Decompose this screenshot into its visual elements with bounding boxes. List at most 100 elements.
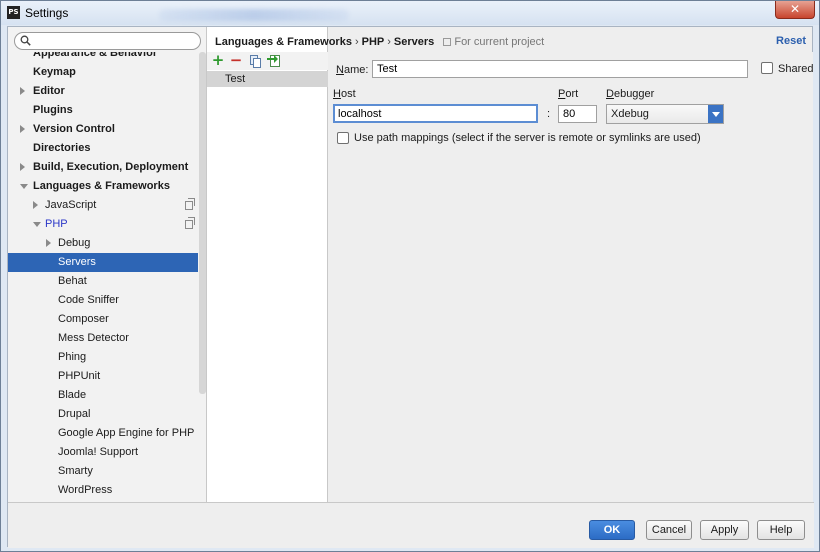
server-list-item-test[interactable]: Test xyxy=(207,71,328,87)
settings-tree[interactable]: Appearance & Behavior Keymap Editor Plugins… xyxy=(8,52,198,502)
host-mnemonic: H xyxy=(333,88,341,100)
collapsed-arrow-icon[interactable] xyxy=(46,239,51,247)
project-settings-icon xyxy=(185,198,195,210)
window-title: Settings xyxy=(25,6,69,20)
tree-item-debug[interactable]: Debug xyxy=(8,234,198,253)
tree-item-wordpress[interactable]: WordPress xyxy=(8,481,198,500)
host-label-rest: ost xyxy=(340,88,356,100)
import-arrow-icon xyxy=(267,55,278,63)
tree-item-label: Languages & Frameworks xyxy=(33,180,170,192)
tree-item-appearance-behavior[interactable]: Appearance & Behavior xyxy=(8,52,198,63)
servers-list-panel xyxy=(207,27,328,502)
port-label-rest: ort xyxy=(565,88,579,100)
tree-item-languages-frameworks[interactable]: Languages & Frameworks xyxy=(8,177,198,196)
apply-button[interactable]: Apply xyxy=(700,520,749,540)
ok-button[interactable]: OK xyxy=(589,520,635,540)
tree-item-editor[interactable]: Editor xyxy=(8,82,198,101)
tree-item-label: Mess Detector xyxy=(58,332,129,344)
path-mappings-label: Use path mappings (select if the server … xyxy=(354,132,701,144)
tree-item-label: WordPress xyxy=(58,484,113,496)
debugger-mnemonic: D xyxy=(606,88,614,100)
tree-item-drupal[interactable]: Drupal xyxy=(8,405,198,424)
import-server-button[interactable] xyxy=(267,54,281,68)
name-field[interactable] xyxy=(372,60,748,78)
breadcrumb-php: PHP xyxy=(361,36,385,48)
cancel-button[interactable]: Cancel xyxy=(646,520,692,540)
tree-item-php[interactable]: PHP xyxy=(8,215,198,234)
tree-item-build-execution-deployment[interactable]: Build, Execution, Deployment xyxy=(8,158,198,177)
tree-item-servers[interactable]: Servers xyxy=(8,253,198,272)
search-input[interactable] xyxy=(35,34,195,48)
phpstorm-app-icon: PS xyxy=(7,6,20,19)
tree-item-version-control[interactable]: Version Control xyxy=(8,120,198,139)
collapsed-arrow-icon[interactable] xyxy=(20,87,25,95)
tree-item-label: Smarty xyxy=(58,465,93,477)
tree-item-label: JavaScript xyxy=(45,199,97,211)
tree-item-label: Debug xyxy=(58,237,91,249)
collapsed-arrow-icon[interactable] xyxy=(33,201,38,209)
name-label-rest: ame: xyxy=(343,64,369,76)
tree-item-google-app-engine-for-php[interactable]: Google App Engine for PHP xyxy=(8,424,198,443)
settings-window: PS Settings ✕ Appearance & Behavior Keyma… xyxy=(0,0,820,552)
tree-item-directories[interactable]: Directories xyxy=(8,139,198,158)
project-settings-icon xyxy=(185,217,195,229)
collapsed-arrow-icon[interactable] xyxy=(20,163,25,171)
path-mappings-checkbox[interactable] xyxy=(337,132,349,144)
scope-indicator: For current project xyxy=(443,36,544,48)
tree-item-label: Joomla! Support xyxy=(58,446,139,458)
reset-link[interactable]: Reset xyxy=(776,35,806,47)
tree-item-phpunit[interactable]: PHPUnit xyxy=(8,367,198,386)
tree-item-label: Build, Execution, Deployment xyxy=(33,161,189,173)
debugger-select[interactable]: Xdebug xyxy=(606,104,724,124)
tree-item-label: Blade xyxy=(58,389,87,401)
expanded-arrow-icon[interactable] xyxy=(20,184,28,189)
close-button[interactable]: ✕ xyxy=(775,1,815,19)
tree-item-composer[interactable]: Composer xyxy=(8,310,198,329)
tree-item-mess-detector[interactable]: Mess Detector xyxy=(8,329,198,348)
tree-item-label: Composer xyxy=(58,313,109,325)
tree-item-label: Servers xyxy=(58,256,96,268)
host-field[interactable] xyxy=(333,104,538,123)
tree-item-label: Version Control xyxy=(33,123,115,135)
tree-item-label: Keymap xyxy=(33,66,76,78)
tree-scrollbar[interactable] xyxy=(199,52,206,394)
remove-server-button[interactable]: − xyxy=(229,53,243,68)
breadcrumb-languages: Languages & Frameworks xyxy=(215,36,352,48)
tree-item-label: Appearance & Behavior xyxy=(33,52,158,59)
tree-item-joomla-support[interactable]: Joomla! Support xyxy=(8,443,198,462)
breadcrumb-servers: Servers xyxy=(393,36,435,48)
tree-item-label: PHPUnit xyxy=(58,370,101,382)
tree-item-behat[interactable]: Behat xyxy=(8,272,198,291)
copy-server-button[interactable] xyxy=(248,54,262,68)
debugger-label-rest: ebugger xyxy=(613,88,655,100)
name-label: Name: xyxy=(336,64,368,76)
server-form: Name: Shared Host : Port Debugger Xdebug… xyxy=(329,52,813,502)
port-field[interactable] xyxy=(558,105,597,123)
servers-toolbar: + − xyxy=(207,52,328,70)
settings-tree-panel: Appearance & Behavior Keymap Editor Plugins… xyxy=(8,27,207,502)
shared-label: Shared xyxy=(778,63,814,75)
dialog-content: Appearance & Behavior Keymap Editor Plugins… xyxy=(7,26,814,548)
search-box[interactable] xyxy=(14,32,201,50)
port-label: Port xyxy=(558,88,578,100)
collapsed-arrow-icon[interactable] xyxy=(20,125,25,133)
tree-item-keymap[interactable]: Keymap xyxy=(8,63,198,82)
project-scope-icon xyxy=(443,38,452,46)
tree-item-plugins[interactable]: Plugins xyxy=(8,101,198,120)
title-bar: PS Settings ✕ xyxy=(1,1,819,25)
tree-item-blade[interactable]: Blade xyxy=(8,386,198,405)
tree-item-code-sniffer[interactable]: Code Sniffer xyxy=(8,291,198,310)
chevron-down-icon[interactable] xyxy=(708,105,723,123)
tree-item-javascript[interactable]: JavaScript xyxy=(8,196,198,215)
breadcrumb: Languages & Frameworks › PHP › Servers For c… xyxy=(215,35,544,49)
tree-item-label: Directories xyxy=(33,142,91,154)
tree-item-label: Editor xyxy=(33,85,65,97)
expanded-arrow-icon[interactable] xyxy=(33,222,41,227)
help-button[interactable]: Help xyxy=(757,520,805,540)
add-server-button[interactable]: + xyxy=(211,53,225,68)
tree-item-smarty[interactable]: Smarty xyxy=(8,462,198,481)
shared-checkbox[interactable] xyxy=(761,62,773,74)
breadcrumb-separator: › xyxy=(354,36,359,48)
tree-item-label: Plugins xyxy=(33,104,73,116)
tree-item-phing[interactable]: Phing xyxy=(8,348,198,367)
